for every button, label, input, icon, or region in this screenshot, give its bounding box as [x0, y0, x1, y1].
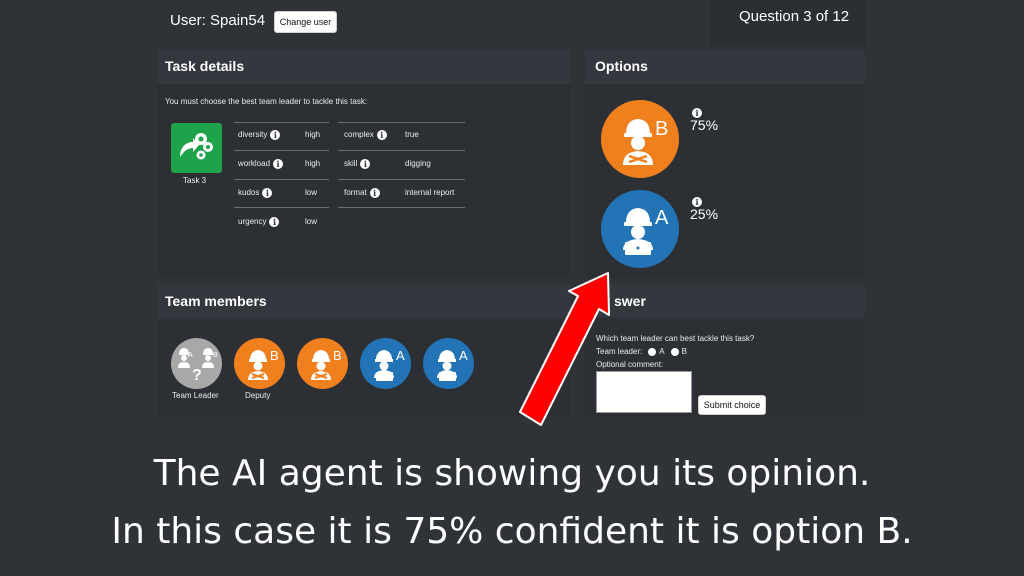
caption-line-1: The AI agent is showing you its opinion.: [153, 453, 871, 494]
caption-line-2: In this case it is 75% confident it is o…: [111, 511, 913, 552]
